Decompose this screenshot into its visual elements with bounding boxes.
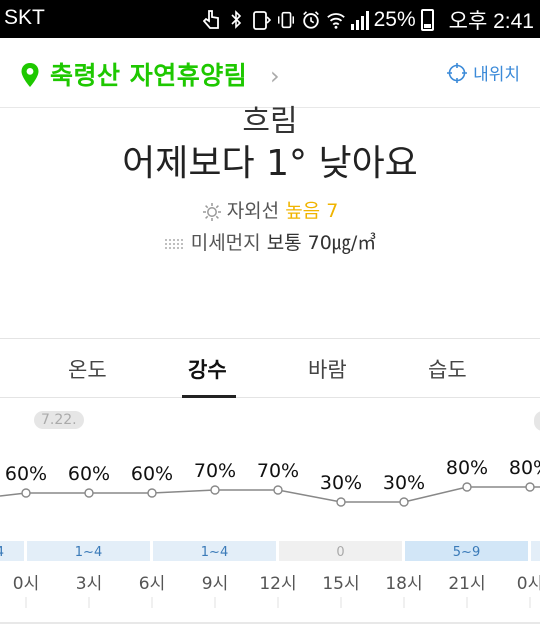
uv-level: 높음 7 <box>285 200 339 222</box>
data-point <box>273 485 283 495</box>
dust-label: 미세먼지 <box>190 232 261 254</box>
data-label: 60% <box>5 463 47 485</box>
data-point <box>462 482 472 492</box>
sun-icon <box>202 202 221 221</box>
precip-band-label: 5~9 <box>453 545 480 560</box>
bluetooth-icon <box>226 8 246 32</box>
status-bar: SKT 25% 오후 2:41 <box>0 0 540 38</box>
x-tick-label: 0시 <box>13 574 39 594</box>
chart-bottom-divider <box>0 622 540 624</box>
precip-band-label: 0 <box>336 545 344 560</box>
dust-value: 보통 70㎍/㎥ <box>266 232 377 254</box>
precip-band <box>531 541 540 561</box>
tab-humidity[interactable]: 습도 <box>428 354 467 384</box>
forecast-tabs: 온도 강수 바람 습도 <box>0 338 540 398</box>
carrier-label: SKT <box>4 6 45 29</box>
precip-band-label: 1~4 <box>201 545 228 560</box>
data-label: 80% <box>509 457 540 479</box>
temperature-comparison: 어제보다 1° 낮아요 <box>122 143 418 184</box>
x-tick-label: 6시 <box>139 574 165 594</box>
uv-label: 자외선 <box>226 200 280 222</box>
wifi-icon <box>326 8 346 32</box>
x-tick-label: 15시 <box>322 574 359 594</box>
status-icons: 25% 오후 2:41 <box>201 5 534 35</box>
series-line <box>0 486 540 503</box>
battery-percent: 25% <box>373 8 416 31</box>
x-tick-label: 0시 <box>517 574 540 594</box>
my-location-button[interactable]: 내위치 <box>447 60 520 85</box>
weather-summary: 흐림 어제보다 1° 낮아요 자외선 높음 7 미세먼지 보통 70㎍/㎥ <box>0 104 540 338</box>
tab-temperature[interactable]: 온도 <box>68 354 107 384</box>
precip-band-label: 1~4 <box>75 545 102 560</box>
data-point <box>84 488 94 498</box>
x-tick-label: 3시 <box>76 574 102 594</box>
uv-index: 자외선 높음 7 <box>0 196 540 223</box>
alarm-icon <box>301 8 321 32</box>
clock: 오후 2:41 <box>448 10 534 33</box>
data-point <box>525 482 535 492</box>
battery-icon <box>420 9 434 31</box>
x-tick-label: 21시 <box>448 574 485 594</box>
precipitation-chart[interactable]: 7.22. 60%60%60%70%70%30%30%80%80%41~41~4… <box>0 398 540 626</box>
data-label: 60% <box>68 463 110 485</box>
location-name[interactable]: 축령산 자연휴양림 <box>50 56 247 92</box>
data-point <box>210 485 220 495</box>
dust-icon <box>164 238 185 249</box>
data-label: 30% <box>320 472 362 494</box>
screen-mirror-icon <box>251 8 271 32</box>
my-location-label: 내위치 <box>473 65 520 85</box>
touch-icon <box>201 8 221 32</box>
data-label: 70% <box>194 460 236 482</box>
data-label: 30% <box>383 472 425 494</box>
fine-dust: 미세먼지 보통 70㎍/㎥ <box>0 228 540 255</box>
data-point <box>399 497 409 507</box>
tab-precipitation[interactable]: 강수 <box>188 354 227 384</box>
location-pin-icon <box>21 63 39 87</box>
x-tick-label: 18시 <box>385 574 422 594</box>
data-point <box>21 488 31 498</box>
chevron-right-icon[interactable]: › <box>270 62 280 90</box>
x-tick-label: 9시 <box>202 574 228 594</box>
data-point <box>147 488 157 498</box>
chart-plot: 60% 60% 60% 70% 70% 30% 30% 80% 80% 4 1~4 1~4 0 5~9 0시… <box>0 457 540 608</box>
tab-wind[interactable]: 바람 <box>308 354 347 384</box>
data-label: 80% <box>446 457 488 479</box>
signal-icon <box>350 10 369 30</box>
x-tick-label: 12시 <box>259 574 296 594</box>
data-point <box>336 497 346 507</box>
precip-band-label: 4 <box>0 545 4 560</box>
crosshair-icon <box>447 62 468 83</box>
data-label: 70% <box>257 460 299 482</box>
data-label: 60% <box>131 463 173 485</box>
vibrate-icon <box>276 8 296 32</box>
